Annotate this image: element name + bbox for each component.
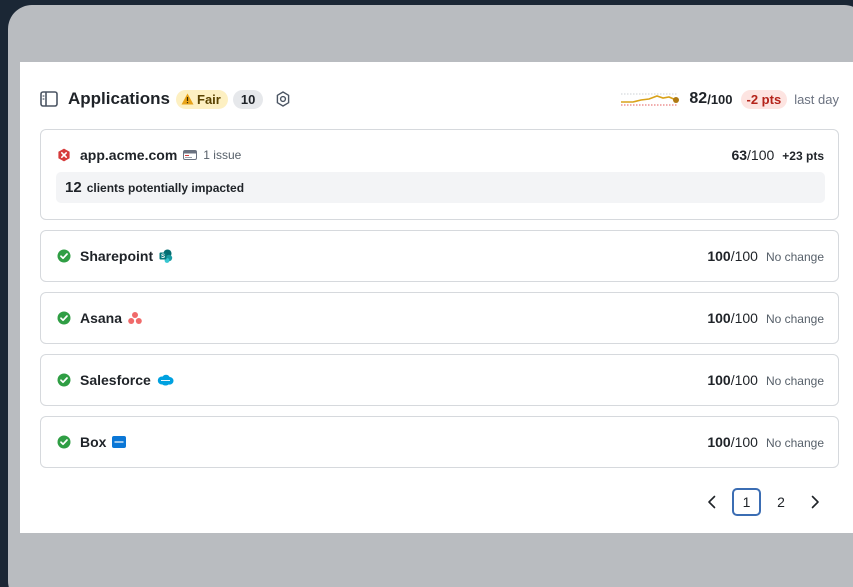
app-score-change: +23 pts: [782, 149, 824, 163]
status-badge-label: Fair: [197, 91, 221, 107]
app-score-value: 100: [707, 310, 731, 326]
check-status-icon: [57, 373, 71, 387]
app-score-value: 100: [707, 248, 731, 264]
app-row-sharepoint[interactable]: Sharepoint S 100 /100 No change: [40, 230, 839, 282]
app-score: 63 /100 +23 pts: [731, 147, 824, 163]
impact-summary: 12 clients potentially impacted: [56, 172, 825, 203]
browser-icon: [183, 150, 198, 160]
status-badge: Fair: [176, 89, 228, 109]
app-row-line: Asana 100 /100 No change: [41, 293, 838, 343]
next-page-button[interactable]: [801, 488, 829, 516]
warning-icon: [181, 93, 194, 105]
box-logo-icon: [112, 436, 127, 448]
score-delta-badge: -2 pts: [740, 89, 788, 109]
app-row-acme[interactable]: app.acme.com 1 issue 63 /100 +23 pts 12 …: [40, 129, 839, 220]
app-row-line: Sharepoint S 100 /100 No change: [41, 231, 838, 281]
impact-count: 12: [65, 179, 82, 196]
check-status-icon: [57, 311, 71, 325]
asana-logo-icon: [128, 312, 142, 324]
score-sparkline-icon: [621, 93, 680, 106]
check-status-icon: [57, 435, 71, 449]
app-score-value: 100: [707, 372, 731, 388]
prev-page-button[interactable]: [698, 488, 726, 516]
app-row-salesforce[interactable]: Salesforce 100 /100 No change: [40, 354, 839, 406]
issue-count: 1 issue: [203, 148, 242, 162]
app-score-change: No change: [765, 374, 824, 388]
overall-score-value: 82: [689, 90, 708, 107]
score-period: last day: [794, 91, 839, 107]
app-score-value: 63: [731, 147, 748, 163]
app-row-line: Salesforce 100 /100 No change: [41, 355, 838, 405]
app-score-denominator: /100: [730, 372, 758, 388]
app-score: 100 /100 No change: [707, 434, 824, 450]
sidebar-panel-icon[interactable]: [40, 91, 58, 107]
gear-icon[interactable]: [275, 91, 291, 107]
app-score-denominator: /100: [730, 434, 758, 450]
page-2-button[interactable]: 2: [767, 488, 795, 516]
app-score-denominator: /100: [730, 310, 758, 326]
svg-text:S: S: [161, 254, 165, 260]
app-row-asana[interactable]: Asana 100 /100 No change: [40, 292, 839, 344]
page-title: Applications: [68, 89, 171, 108]
app-score: 100 /100 No change: [707, 372, 824, 388]
chevron-left-icon: [708, 495, 716, 509]
impact-text: clients potentially impacted: [86, 180, 245, 195]
count-badge: 10: [232, 89, 264, 109]
app-name: Salesforce: [80, 372, 151, 388]
salesforce-logo-icon: [157, 374, 174, 386]
app-row-line: Box 100 /100 No change: [41, 417, 838, 467]
sharepoint-logo-icon: S: [159, 249, 173, 263]
app-score-denominator: /100: [747, 147, 775, 163]
app-score-change: No change: [765, 436, 824, 450]
card-header: Applications Fair 10 82 /100 -2 pts last…: [40, 86, 839, 112]
chevron-right-icon: [811, 495, 819, 509]
app-name: Sharepoint: [80, 248, 154, 264]
app-score-value: 100: [707, 434, 731, 450]
pagination: 1 2: [692, 488, 829, 516]
app-score-change: No change: [765, 312, 824, 326]
page-1-button[interactable]: 1: [732, 488, 761, 516]
app-name: app.acme.com: [80, 147, 178, 163]
app-name: Asana: [80, 310, 123, 326]
overall-score-denominator: /100: [707, 91, 733, 107]
check-status-icon: [57, 249, 71, 263]
app-score: 100 /100 No change: [707, 248, 824, 264]
app-name: Box: [80, 434, 107, 450]
app-row-box[interactable]: Box 100 /100 No change: [40, 416, 839, 468]
app-score-denominator: /100: [730, 248, 758, 264]
applications-card: Applications Fair 10 82 /100 -2 pts last…: [20, 62, 853, 533]
app-score-change: No change: [765, 250, 824, 264]
app-score: 100 /100 No change: [707, 310, 824, 326]
overall-score: 82 /100 -2 pts last day: [619, 89, 839, 109]
error-status-icon: [58, 148, 70, 162]
